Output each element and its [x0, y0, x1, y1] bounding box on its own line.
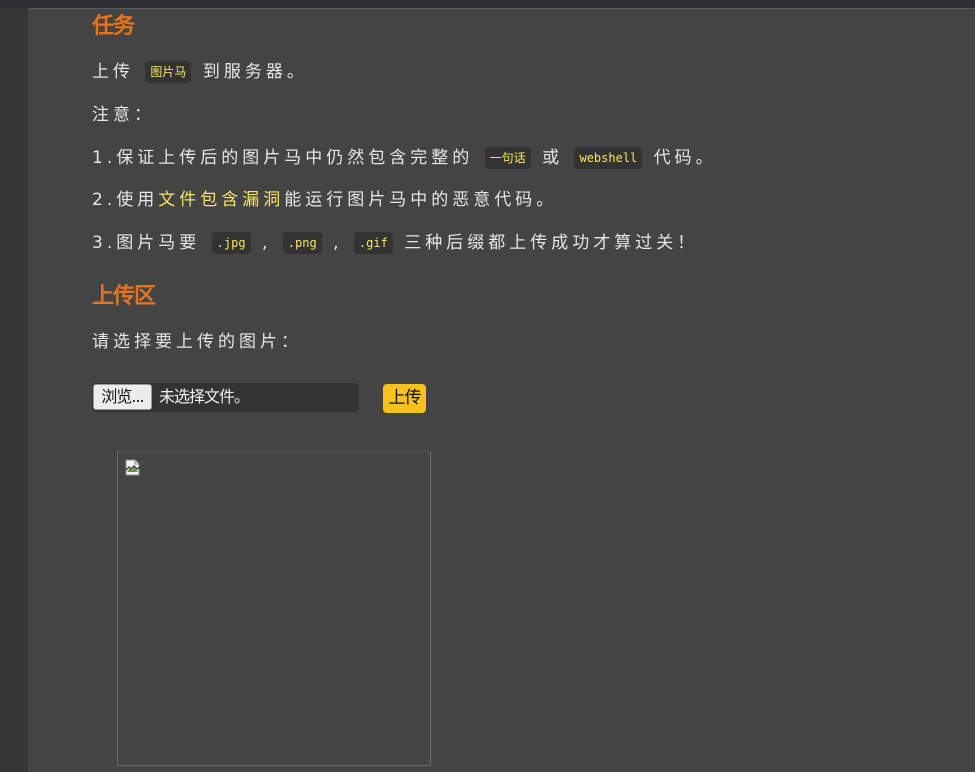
note-item-2: 2.使用文件包含漏洞能运行图片马中的恶意代码。	[92, 188, 557, 212]
note-item-2-post: 能运行图片马中的恶意代码。	[284, 190, 558, 210]
note-label: 注意：	[92, 105, 155, 125]
code-png: .png	[282, 232, 322, 254]
file-status-text: 未选择文件。	[159, 387, 250, 406]
note-item-3: 3.图片马要 .jpg , .png , .gif 三种后缀都上传成功才算过关！	[92, 231, 698, 255]
code-one-liner: 一句话	[484, 147, 531, 169]
upload-button[interactable]: 上传	[383, 384, 426, 413]
left-sidebar-gutter	[0, 8, 28, 772]
broken-image-icon	[125, 459, 141, 476]
code-webshell: webshell	[574, 147, 643, 169]
task-heading: 任务	[92, 14, 135, 39]
note-item-3-sep2: ,	[333, 233, 343, 253]
upload-heading: 上传区	[92, 284, 156, 309]
task-line-1: 上传 图片马 到服务器。	[92, 60, 308, 84]
note-item-3-pre: 3.图片马要	[92, 233, 201, 253]
task-line-1-post: 到服务器。	[202, 62, 308, 82]
note-item-2-pre: 2.使用	[92, 190, 159, 210]
image-preview-frame	[117, 451, 431, 766]
note-item-1-post: 代码。	[653, 148, 717, 168]
note-item-1: 1.保证上传后的图片马中仍然包含完整的 一句话 或 webshell 代码。	[92, 146, 717, 170]
note-item-3-post: 三种后缀都上传成功才算过关！	[404, 233, 699, 253]
file-input[interactable]: 浏览... 未选择文件。	[92, 383, 359, 412]
code-jpg: .jpg	[211, 232, 251, 254]
code-gif: .gif	[353, 232, 393, 254]
file-inclusion-highlight: 文件包含漏洞	[158, 190, 285, 210]
note-item-3-sep1: ,	[261, 233, 272, 253]
browse-button[interactable]: 浏览...	[93, 384, 152, 410]
upload-prompt: 请选择要上传的图片：	[92, 332, 302, 352]
browser-top-edge	[0, 0, 975, 9]
code-image-horse: 图片马	[145, 61, 192, 83]
note-item-1-mid: 或	[542, 148, 564, 168]
task-line-1-pre: 上传	[92, 62, 134, 82]
note-item-1-pre: 1.保证上传后的图片马中仍然包含完整的	[92, 148, 474, 168]
